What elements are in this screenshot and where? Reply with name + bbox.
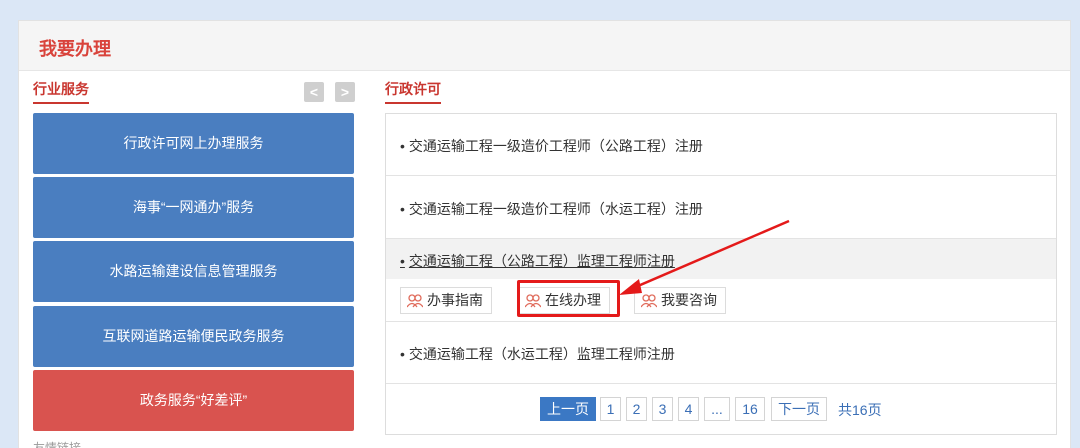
page-button[interactable]: 1 [600, 397, 621, 421]
page-button[interactable]: 4 [678, 397, 699, 421]
prev-page-button[interactable]: 上一页 [540, 397, 596, 421]
page-ellipsis: ... [704, 397, 730, 421]
prev-arrow-button[interactable]: < [304, 82, 324, 102]
bullet: • [400, 201, 405, 217]
online-license-service-button[interactable]: 行政许可网上办理服务 [33, 113, 354, 174]
person-icon [407, 294, 423, 308]
person-icon [525, 294, 541, 308]
bullet: • [400, 138, 405, 154]
page-button[interactable]: 16 [735, 397, 765, 421]
list-item-label: 交通运输工程一级造价工程师（公路工程）注册 [408, 138, 703, 154]
maritime-service-button[interactable]: 海事“一网通办”服务 [33, 177, 354, 238]
pagination: 上一页 1 2 3 4 ... 16 下一页 共16页 [386, 397, 1056, 421]
bullet: • [400, 346, 405, 362]
next-page-button[interactable]: 下一页 [771, 397, 827, 421]
annotation-arrow-icon [619, 219, 790, 295]
online-handle-label: 在线办理 [545, 292, 601, 308]
page-button[interactable]: 3 [652, 397, 673, 421]
guide-button[interactable]: 办事指南 [400, 287, 492, 314]
service-rating-button[interactable]: 政务服务“好差评” [33, 370, 354, 431]
guide-label: 办事指南 [427, 292, 483, 308]
list-item[interactable]: • 交通运输工程一级造价工程师（公路工程）注册 [386, 114, 1056, 176]
waterway-construction-service-button[interactable]: 水路运输建设信息管理服务 [33, 241, 354, 302]
list-item-label: 交通运输工程（水运工程）监理工程师注册 [408, 346, 675, 362]
next-arrow-button[interactable]: > [335, 82, 355, 102]
bullet: • [400, 253, 405, 269]
industry-services-title: 行业服务 [33, 79, 89, 104]
panel-title: 我要办理 [39, 39, 111, 59]
handle-panel: 我要办理 行业服务 < > 行政许可网上办理服务 海事“一网通办”服务 水路运输… [18, 20, 1071, 448]
total-pages: 共16页 [838, 402, 882, 418]
friendly-links-label: 友情链接 [33, 441, 82, 448]
list-item[interactable]: • 交通运输工程（水运工程）监理工程师注册 [386, 322, 1056, 384]
road-transport-service-button[interactable]: 互联网道路运输便民政务服务 [33, 306, 354, 367]
page-button[interactable]: 2 [626, 397, 647, 421]
panel-header: 我要办理 [19, 21, 1070, 71]
admin-license-title: 行政许可 [385, 79, 441, 104]
online-handle-button[interactable]: 在线办理 [518, 287, 610, 314]
